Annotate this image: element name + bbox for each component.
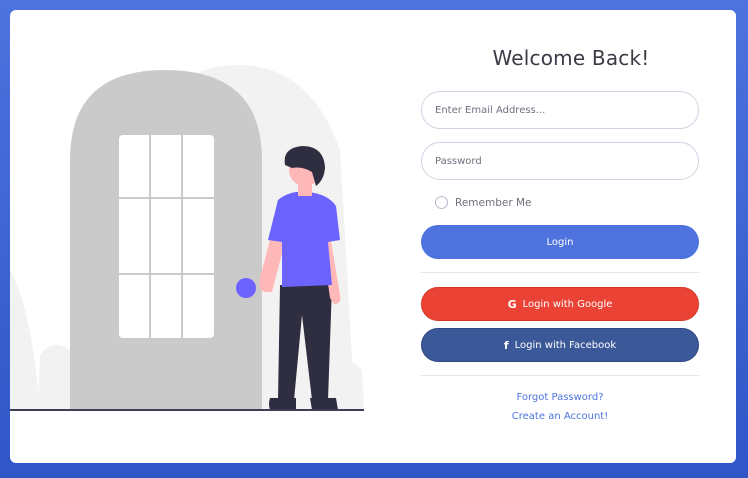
divider [421, 272, 699, 273]
login-button[interactable]: Login [421, 225, 699, 259]
facebook-icon: f [503, 338, 509, 352]
google-login-button[interactable]: G Login with Google [421, 287, 699, 321]
page-title: Welcome Back! [492, 46, 650, 70]
divider [421, 375, 699, 376]
google-login-label: Login with Google [522, 298, 613, 310]
login-button-label: Login [546, 236, 574, 248]
facebook-login-label: Login with Facebook [514, 339, 617, 351]
google-icon: G [507, 297, 517, 311]
remember-me[interactable]: Remember Me [435, 196, 532, 209]
person-at-door-illustration [10, 65, 364, 411]
remember-me-label: Remember Me [455, 196, 532, 209]
forgot-password-link[interactable]: Forgot Password? [421, 392, 699, 403]
password-field[interactable] [421, 142, 699, 180]
login-illustration [10, 10, 420, 463]
login-form: Welcome Back! Remember Me Login G Login … [421, 10, 721, 463]
remember-me-checkbox[interactable] [435, 196, 448, 209]
facebook-login-button[interactable]: f Login with Facebook [421, 328, 699, 362]
email-field[interactable] [421, 91, 699, 129]
create-account-link[interactable]: Create an Account! [421, 411, 699, 422]
login-card: Welcome Back! Remember Me Login G Login … [10, 10, 736, 463]
